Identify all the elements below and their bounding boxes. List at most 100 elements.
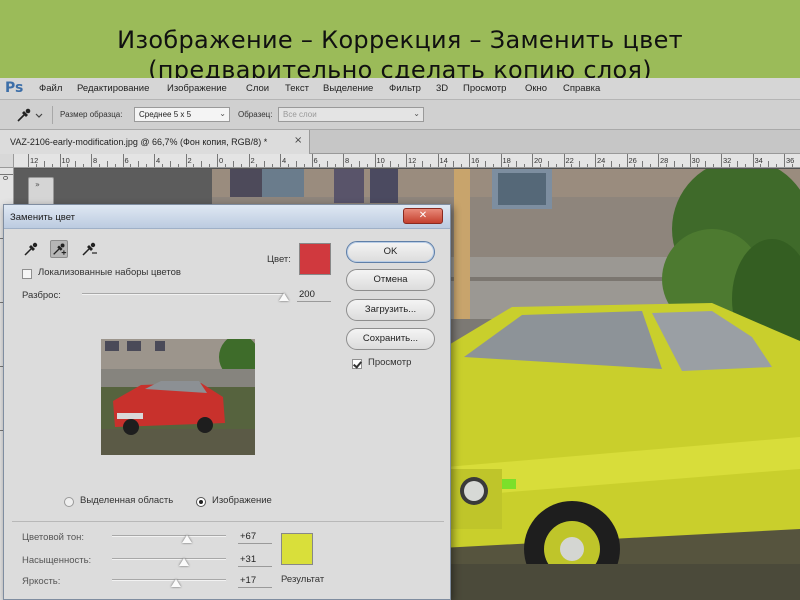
close-button[interactable]: ✕: [403, 208, 443, 224]
eyedropper-plus-icon[interactable]: [50, 240, 68, 258]
ruler-tick: [0, 174, 13, 175]
ruler-minor-tick: [768, 161, 770, 167]
ruler-tick: [784, 154, 785, 167]
ok-button[interactable]: OK: [346, 241, 435, 263]
ruler-tick: [91, 154, 92, 167]
ruler-tick: [626, 154, 628, 167]
lightness-label: Яркость:: [22, 576, 61, 587]
sample-select[interactable]: Все слои ⌄: [278, 107, 424, 122]
ruler-minor-tick: [130, 164, 132, 167]
menu-filter[interactable]: Фильтр: [389, 83, 421, 97]
menu-image[interactable]: Изображение: [167, 83, 227, 97]
ruler-minor-tick: [98, 164, 100, 167]
selected-color-swatch[interactable]: [299, 243, 331, 275]
ruler-minor-tick: [35, 164, 37, 167]
ruler-minor-tick: [484, 161, 486, 167]
ruler-tick: [532, 154, 533, 167]
ruler-tick-label: 12: [30, 156, 39, 165]
ruler-tick-label: 26: [628, 156, 637, 165]
ruler-minor-tick: [618, 164, 620, 167]
menu-bar: Ps Файл Редактирование Изображение Слои …: [0, 78, 800, 100]
ruler-minor-tick: [232, 161, 234, 167]
ruler-tick: [248, 154, 250, 167]
saturation-input[interactable]: +31: [238, 552, 272, 567]
document-tab-bar: VAZ-2106-early-modification.jpg @ 66,7% …: [0, 130, 800, 154]
load-button[interactable]: Загрузить...: [346, 299, 435, 321]
slide-title-area: Изображение – Коррекция – Заменить цвет …: [0, 0, 800, 84]
menu-type[interactable]: Текст: [285, 83, 309, 97]
eyedropper-minus-icon[interactable]: [80, 240, 98, 258]
sample-size-select[interactable]: Среднее 5 х 5 ⌄: [134, 107, 230, 122]
ruler-tick-label: 20: [534, 156, 543, 165]
localized-color-clusters-label: Локализованные наборы цветов: [38, 267, 181, 278]
ruler-minor-tick: [327, 161, 329, 167]
preview-checkbox[interactable]: [352, 359, 362, 369]
ruler-tick: [280, 154, 281, 167]
ruler-minor-tick: [421, 161, 423, 167]
lightness-slider[interactable]: [112, 579, 226, 581]
lightness-input[interactable]: +17: [238, 573, 272, 588]
result-label: Результат: [281, 574, 325, 585]
save-button[interactable]: Сохранить...: [346, 328, 435, 350]
ruler-minor-tick: [413, 164, 415, 167]
ruler-tick-label: 2: [250, 156, 255, 165]
ruler-tick-label: 16: [471, 156, 480, 165]
ruler-tick-label: 0: [219, 156, 224, 165]
saturation-slider-thumb[interactable]: [179, 558, 189, 566]
saturation-slider[interactable]: [112, 558, 226, 560]
close-icon[interactable]: ×: [294, 135, 302, 146]
sample-size-label: Размер образца:: [60, 110, 123, 119]
ruler-tick-label: 8: [345, 156, 350, 165]
ruler-tick-label: 2: [187, 156, 192, 165]
hue-slider-thumb[interactable]: [182, 535, 192, 543]
collapsed-panel[interactable]: »: [28, 177, 54, 207]
ruler-tick: [217, 154, 218, 167]
ruler-tick: [721, 154, 722, 167]
menu-view[interactable]: Просмотр: [463, 83, 506, 97]
options-separator: [52, 106, 53, 124]
document-tab[interactable]: VAZ-2106-early-modification.jpg @ 66,7% …: [0, 130, 310, 154]
menu-file[interactable]: Файл: [39, 83, 62, 97]
hue-input[interactable]: +67: [238, 529, 272, 544]
ruler-tick: [437, 154, 439, 167]
ruler-minor-tick: [539, 164, 541, 167]
radio-image[interactable]: [196, 497, 206, 507]
ruler-minor-tick: [272, 164, 274, 167]
ruler-minor-tick: [240, 164, 242, 167]
ruler-minor-tick: [350, 164, 352, 167]
lightness-slider-thumb[interactable]: [171, 579, 181, 587]
hue-slider[interactable]: [112, 535, 226, 537]
preview-label: Просмотр: [368, 357, 412, 368]
menu-layers[interactable]: Слои: [246, 83, 269, 97]
menu-help[interactable]: Справка: [563, 83, 600, 97]
menu-3d[interactable]: 3D: [436, 83, 448, 97]
slide-title: Изображение – Коррекция – Заменить цвет: [117, 26, 683, 54]
fuzziness-slider[interactable]: [82, 293, 284, 295]
fuzziness-input[interactable]: 200: [297, 287, 331, 302]
double-arrow-icon: »: [35, 180, 40, 189]
ruler-tick-label: 32: [723, 156, 732, 165]
radio-image-label: Изображение: [212, 495, 272, 506]
ruler-tick-label: 36: [786, 156, 795, 165]
dialog-titlebar[interactable]: Заменить цвет ✕: [4, 205, 450, 229]
eyedropper-icon[interactable]: [22, 240, 40, 258]
ruler-minor-tick: [555, 164, 557, 167]
ruler-minor-tick: [744, 164, 746, 167]
radio-selection-label: Выделенная область: [80, 495, 174, 506]
eyedropper-icon[interactable]: [14, 106, 46, 124]
ruler-minor-tick: [138, 161, 140, 167]
localized-color-clusters-checkbox[interactable]: [22, 269, 32, 279]
cancel-button[interactable]: Отмена: [346, 269, 435, 291]
radio-selection[interactable]: [64, 497, 74, 507]
photoshop-logo: Ps: [5, 80, 24, 96]
ruler-minor-tick: [224, 164, 226, 167]
fuzziness-slider-thumb[interactable]: [279, 293, 289, 301]
ruler-tick: [752, 154, 754, 167]
ruler-minor-tick: [256, 164, 258, 167]
menu-window[interactable]: Окно: [525, 83, 547, 97]
menu-edit[interactable]: Редактирование: [77, 83, 149, 97]
menu-select[interactable]: Выделение: [323, 83, 373, 97]
ruler-minor-tick: [713, 164, 715, 167]
ruler-minor-tick: [169, 161, 171, 167]
result-color-swatch[interactable]: [281, 533, 313, 565]
